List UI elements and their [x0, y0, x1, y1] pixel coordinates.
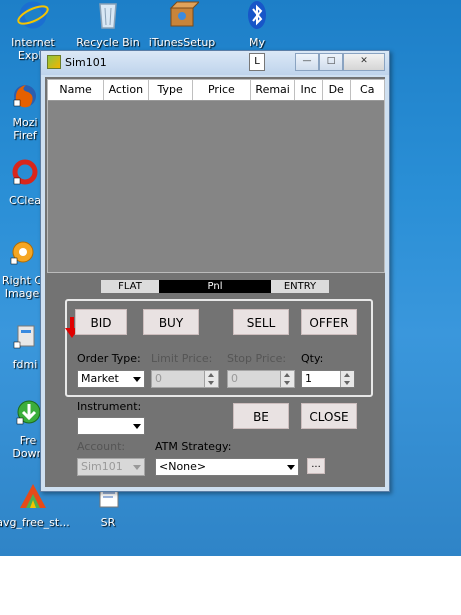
limit-price-spinner[interactable]	[204, 371, 218, 387]
close-window-button[interactable]: ✕	[343, 53, 385, 71]
atm-strategy-value: <None>	[159, 460, 207, 473]
maximize-button[interactable]: □	[319, 53, 343, 71]
installer-box-icon	[165, 0, 201, 34]
entry-indicator: ENTRY	[271, 280, 329, 293]
limit-price-input[interactable]: 0	[151, 370, 219, 388]
atm-strategy-select[interactable]: <None>	[155, 458, 299, 476]
pnl-bar: FLAT Pnl ENTRY	[101, 280, 329, 293]
qty-input[interactable]: 1	[301, 370, 355, 388]
qty-label: Qty:	[301, 352, 324, 365]
column-header-name[interactable]: Name	[48, 80, 105, 100]
bid-button[interactable]: BID	[75, 309, 127, 335]
account-value: Sim101	[81, 460, 123, 473]
orders-grid[interactable]: Name Action Type Price Remai Inc De Ca	[47, 79, 385, 273]
stop-price-value: 0	[231, 372, 238, 385]
desktop-icon-recycle-bin[interactable]: Recycle Bin	[71, 0, 145, 49]
column-header-price[interactable]: Price	[193, 80, 251, 100]
internet-explorer-icon	[16, 0, 50, 34]
bluetooth-icon	[240, 0, 274, 34]
chevron-down-icon	[133, 465, 141, 470]
instrument-label: Instrument:	[77, 400, 142, 413]
chevron-down-icon	[133, 424, 141, 429]
window-title: Sim101	[65, 56, 107, 69]
close-button[interactable]: CLOSE	[301, 403, 357, 429]
account-select[interactable]: Sim101	[77, 458, 145, 476]
atm-strategy-label: ATM Strategy:	[155, 440, 232, 453]
column-header-inc[interactable]: Inc	[295, 80, 323, 100]
pnl-value: Pnl	[207, 281, 223, 292]
stop-price-spinner[interactable]	[280, 371, 294, 387]
order-type-value: Market	[81, 372, 119, 385]
gear-icon	[5, 238, 39, 272]
chevron-down-icon	[287, 465, 295, 470]
order-type-label: Order Type:	[77, 352, 141, 365]
chevron-down-icon	[133, 377, 141, 382]
column-header-remaining[interactable]: Remai	[251, 80, 296, 100]
sell-button[interactable]: SELL	[233, 309, 289, 335]
qty-spinner[interactable]	[340, 371, 354, 387]
atm-strategy-more-button[interactable]: ...	[307, 458, 325, 474]
desktop: Internet Explo Recycle Bin iTunesSetup M…	[0, 0, 461, 556]
limit-price-value: 0	[155, 372, 162, 385]
offer-button[interactable]: OFFER	[301, 309, 357, 335]
orders-grid-header: Name Action Type Price Remai Inc De Ca	[48, 80, 384, 101]
stop-price-label: Stop Price:	[227, 352, 287, 365]
stop-price-input[interactable]: 0	[227, 370, 295, 388]
app-icon	[47, 55, 61, 69]
desktop-icon-bluetooth[interactable]: My	[220, 0, 294, 49]
column-header-de[interactable]: De	[323, 80, 351, 100]
order-type-select[interactable]: Market	[77, 370, 145, 388]
screen-bottom-area	[0, 556, 461, 615]
qty-value: 1	[305, 372, 312, 385]
firefox-icon	[8, 80, 42, 114]
limit-price-label: Limit Price:	[151, 352, 213, 365]
ccleaner-icon	[8, 158, 42, 192]
desktop-icon-itunessetup[interactable]: iTunesSetup	[145, 0, 219, 49]
installer-icon	[8, 322, 42, 356]
sim101-window: Sim101 L — □ ✕ Name Action Type Price Re…	[40, 50, 390, 492]
l-button[interactable]: L	[249, 53, 265, 71]
column-header-type[interactable]: Type	[149, 80, 193, 100]
column-header-ca[interactable]: Ca	[351, 80, 384, 100]
buy-button[interactable]: BUY	[143, 309, 199, 335]
flat-indicator: FLAT	[101, 280, 159, 293]
account-label: Account:	[77, 440, 126, 453]
recycle-bin-icon	[91, 0, 125, 34]
column-header-action[interactable]: Action	[104, 80, 149, 100]
window-content: Name Action Type Price Remai Inc De Ca F…	[45, 77, 385, 487]
minimize-button[interactable]: —	[295, 53, 319, 71]
instrument-select[interactable]	[77, 417, 145, 435]
be-button[interactable]: BE	[233, 403, 289, 429]
window-titlebar[interactable]: Sim101 L — □ ✕	[41, 51, 389, 75]
